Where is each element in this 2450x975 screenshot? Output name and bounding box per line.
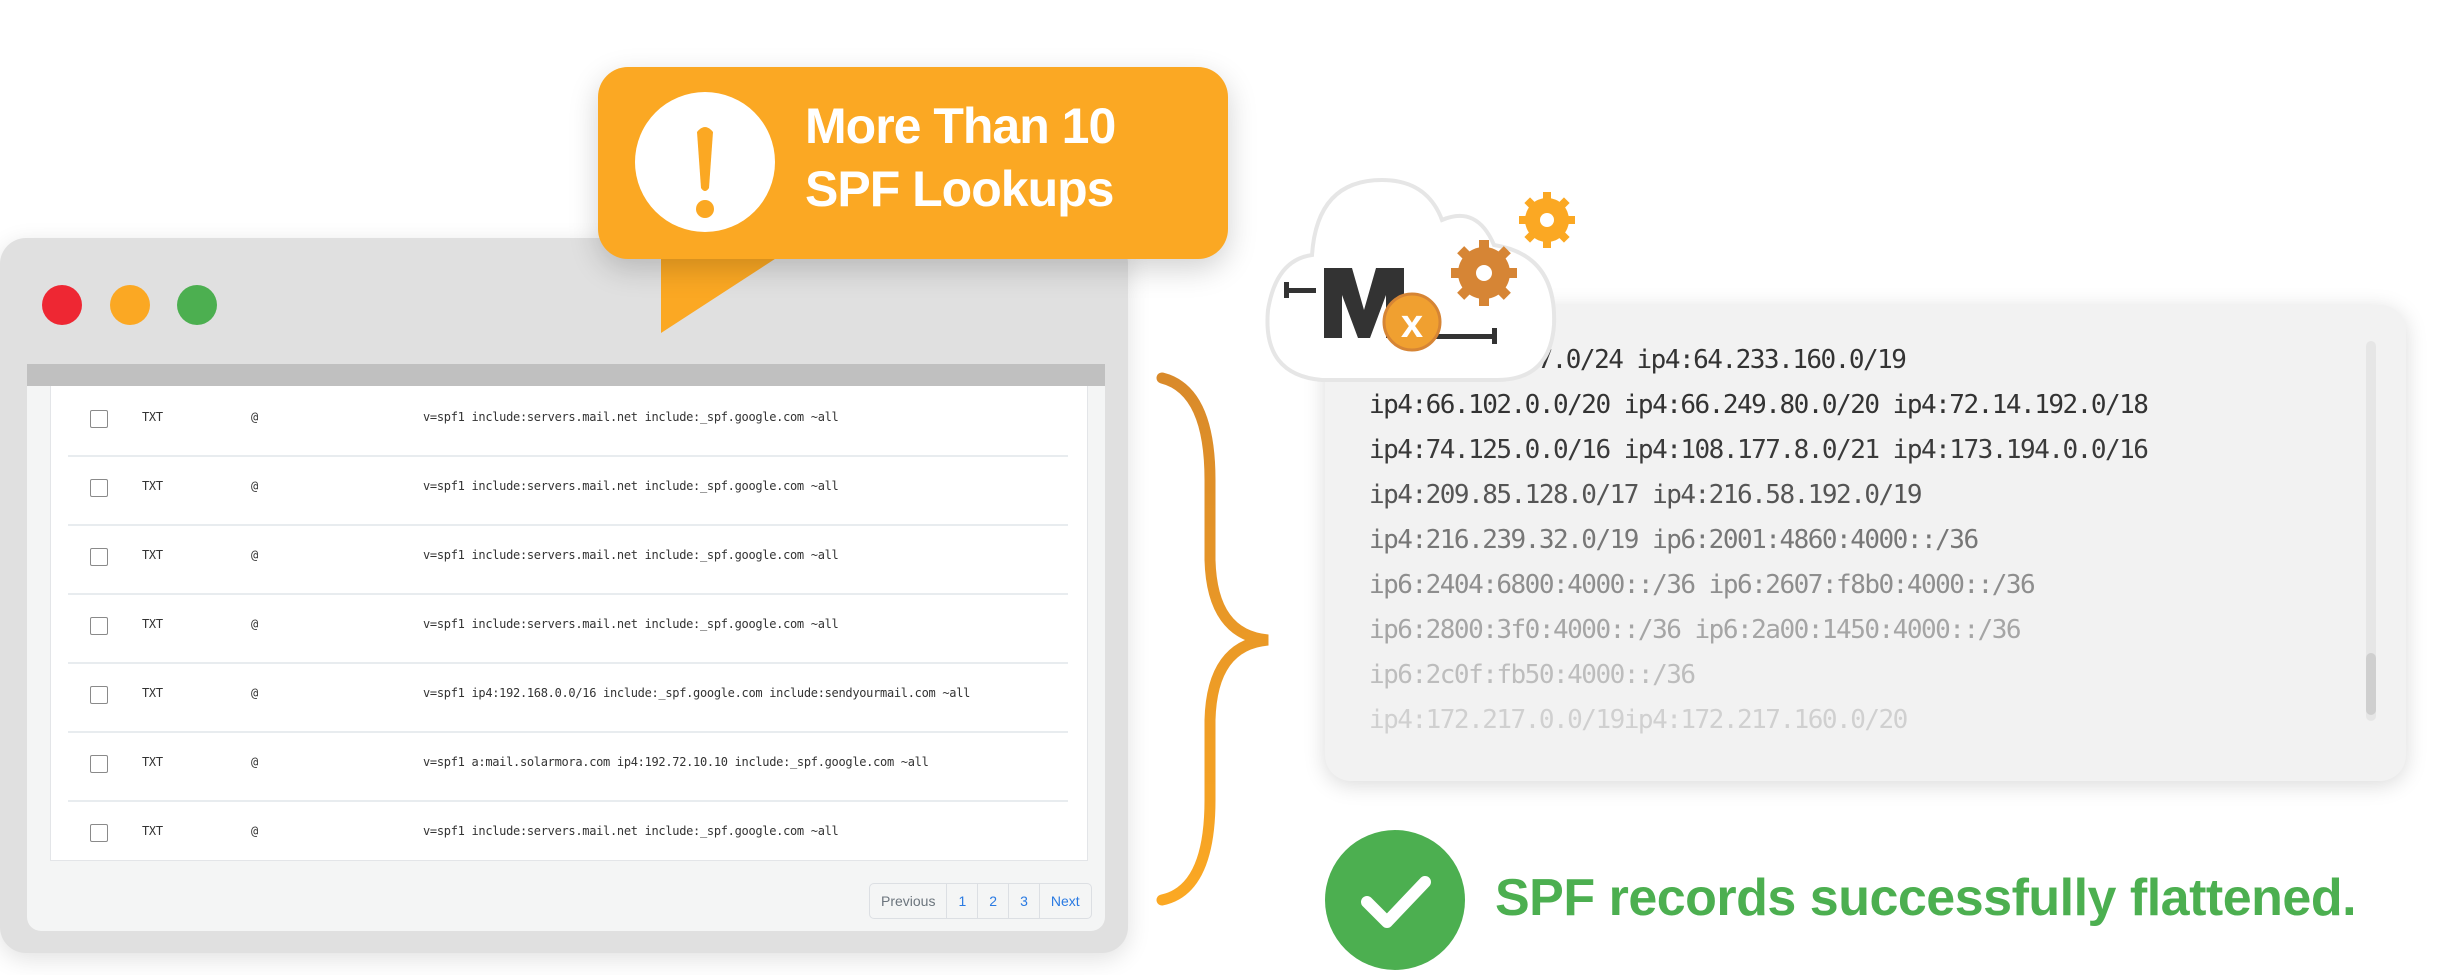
table-row: TXT @ v=spf1 include:servers.mail.net in… (68, 593, 1068, 664)
record-type: TXT (142, 686, 163, 700)
table-row: TXT @ v=spf1 include:servers.mail.net in… (68, 524, 1068, 595)
flattened-spf-line: ip4:209.85.128.0/17 ip4:216.58.192.0/19 (1369, 480, 1922, 510)
record-host: @ (251, 824, 258, 838)
flattened-spf-line: ip4:66.102.0.0/20 ip4:66.249.80.0/20 ip4… (1369, 390, 2149, 420)
table-row: TXT @ v=spf1 a:mail.solarmora.com ip4:19… (68, 731, 1068, 802)
flattened-spf-line: ip6:2404:6800:4000::/36 ip6:2607:f8b0:40… (1369, 570, 2036, 600)
flattened-spf-line: ip6:2800:3f0:4000::/36 ip6:2a00:1450:400… (1369, 615, 2022, 645)
scrollbar[interactable] (2366, 341, 2376, 721)
table-row: TXT @ v=spf1 include:servers.mail.net in… (68, 386, 1068, 457)
dns-records-panel: TXT @ v=spf1 include:servers.mail.net in… (27, 364, 1105, 931)
table-row: TXT @ v=spf1 include:servers.mail.net in… (68, 455, 1068, 526)
maximize-window-button[interactable] (177, 285, 217, 325)
row-checkbox[interactable] (90, 548, 108, 566)
page-2-button[interactable]: 2 (977, 884, 1008, 918)
record-type: TXT (142, 548, 163, 562)
callout-line-2: SPF Lookups (805, 161, 1114, 217)
record-value: v=spf1 include:servers.mail.net include:… (423, 479, 839, 493)
callout-tail (661, 255, 781, 333)
callout-text: More Than 10 SPF Lookups (805, 95, 1116, 221)
record-type: TXT (142, 617, 163, 631)
cloud-gears-logo: x (1265, 177, 1575, 382)
table-row: TXT @ v=spf1 include:servers.mail.net in… (68, 800, 1068, 869)
record-value: v=spf1 include:servers.mail.net include:… (423, 617, 839, 631)
exclamation-icon (635, 92, 775, 232)
callout-line-1: More Than 10 (805, 98, 1116, 154)
page-3-button[interactable]: 3 (1008, 884, 1039, 918)
record-type: TXT (142, 479, 163, 493)
row-checkbox[interactable] (90, 479, 108, 497)
pagination: Previous 1 2 3 Next (869, 883, 1092, 919)
close-window-button[interactable] (42, 285, 82, 325)
row-checkbox[interactable] (90, 686, 108, 704)
row-checkbox[interactable] (90, 824, 108, 842)
record-host: @ (251, 617, 258, 631)
record-type: TXT (142, 755, 163, 769)
record-value: v=spf1 include:servers.mail.net include:… (423, 548, 839, 562)
previous-page-button[interactable]: Previous (870, 884, 946, 918)
row-checkbox[interactable] (90, 410, 108, 428)
curly-brace-icon (1156, 372, 1269, 906)
record-value: v=spf1 include:servers.mail.net include:… (423, 410, 839, 424)
record-host: @ (251, 410, 258, 424)
record-host: @ (251, 548, 258, 562)
scrollbar-thumb[interactable] (2366, 653, 2376, 715)
dns-records-table: TXT @ v=spf1 include:servers.mail.net in… (50, 386, 1088, 861)
next-page-button[interactable]: Next (1038, 884, 1091, 918)
record-value: v=spf1 a:mail.solarmora.com ip4:192.72.1… (423, 755, 929, 769)
warning-callout: More Than 10 SPF Lookups (598, 67, 1228, 259)
record-host: @ (251, 686, 258, 700)
page-1-button[interactable]: 1 (946, 884, 977, 918)
record-value: v=spf1 include:servers.mail.net include:… (423, 824, 839, 838)
record-host: @ (251, 479, 258, 493)
table-row: TXT @ v=spf1 ip4:192.168.0.0/16 include:… (68, 662, 1068, 733)
checkmark-icon (1325, 830, 1465, 970)
minimize-window-button[interactable] (110, 285, 150, 325)
browser-window: TXT @ v=spf1 include:servers.mail.net in… (0, 238, 1128, 953)
row-checkbox[interactable] (90, 617, 108, 635)
success-message: SPF records successfully flattened. (1495, 869, 2357, 927)
svg-text:x: x (1401, 302, 1423, 346)
record-type: TXT (142, 824, 163, 838)
flattened-spf-line: ip4:216.239.32.0/19 ip6:2001:4860:4000::… (1369, 525, 1979, 555)
record-host: @ (251, 755, 258, 769)
record-type: TXT (142, 410, 163, 424)
table-header-bar (27, 364, 1105, 386)
flattened-spf-line: ip4:172.217.0.0/19ip4:172.217.160.0/20 (1369, 705, 1908, 735)
record-value: v=spf1 ip4:192.168.0.0/16 include:_spf.g… (423, 686, 971, 700)
row-checkbox[interactable] (90, 755, 108, 773)
flattened-spf-line: ip4:74.125.0.0/16 ip4:108.177.8.0/21 ip4… (1369, 435, 2149, 465)
flattened-spf-line: ip6:2c0f:fb50:4000::/36 (1369, 660, 1696, 690)
